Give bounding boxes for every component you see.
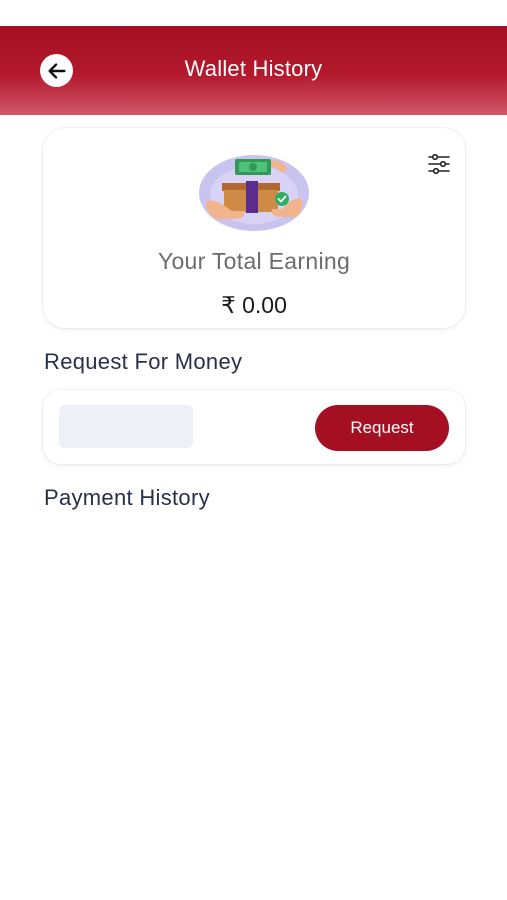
page-title: Wallet History [184,56,323,81]
total-earning-label: Your Total Earning [157,248,351,274]
request-money-heading: Request For Money [44,349,243,374]
request-money-card: Request [43,390,465,464]
amount-input[interactable] [59,405,193,448]
money-delivery-illustration [199,155,309,231]
earning-card: Your Total Earning ₹ 0.00 [43,128,465,328]
request-button[interactable]: Request [315,405,449,451]
sliders-icon[interactable] [427,152,451,176]
payment-history-heading: Payment History [44,485,210,510]
app-header: Wallet History [0,26,507,115]
total-earning-amount: ₹ 0.00 [221,292,287,318]
status-bar [0,0,507,26]
